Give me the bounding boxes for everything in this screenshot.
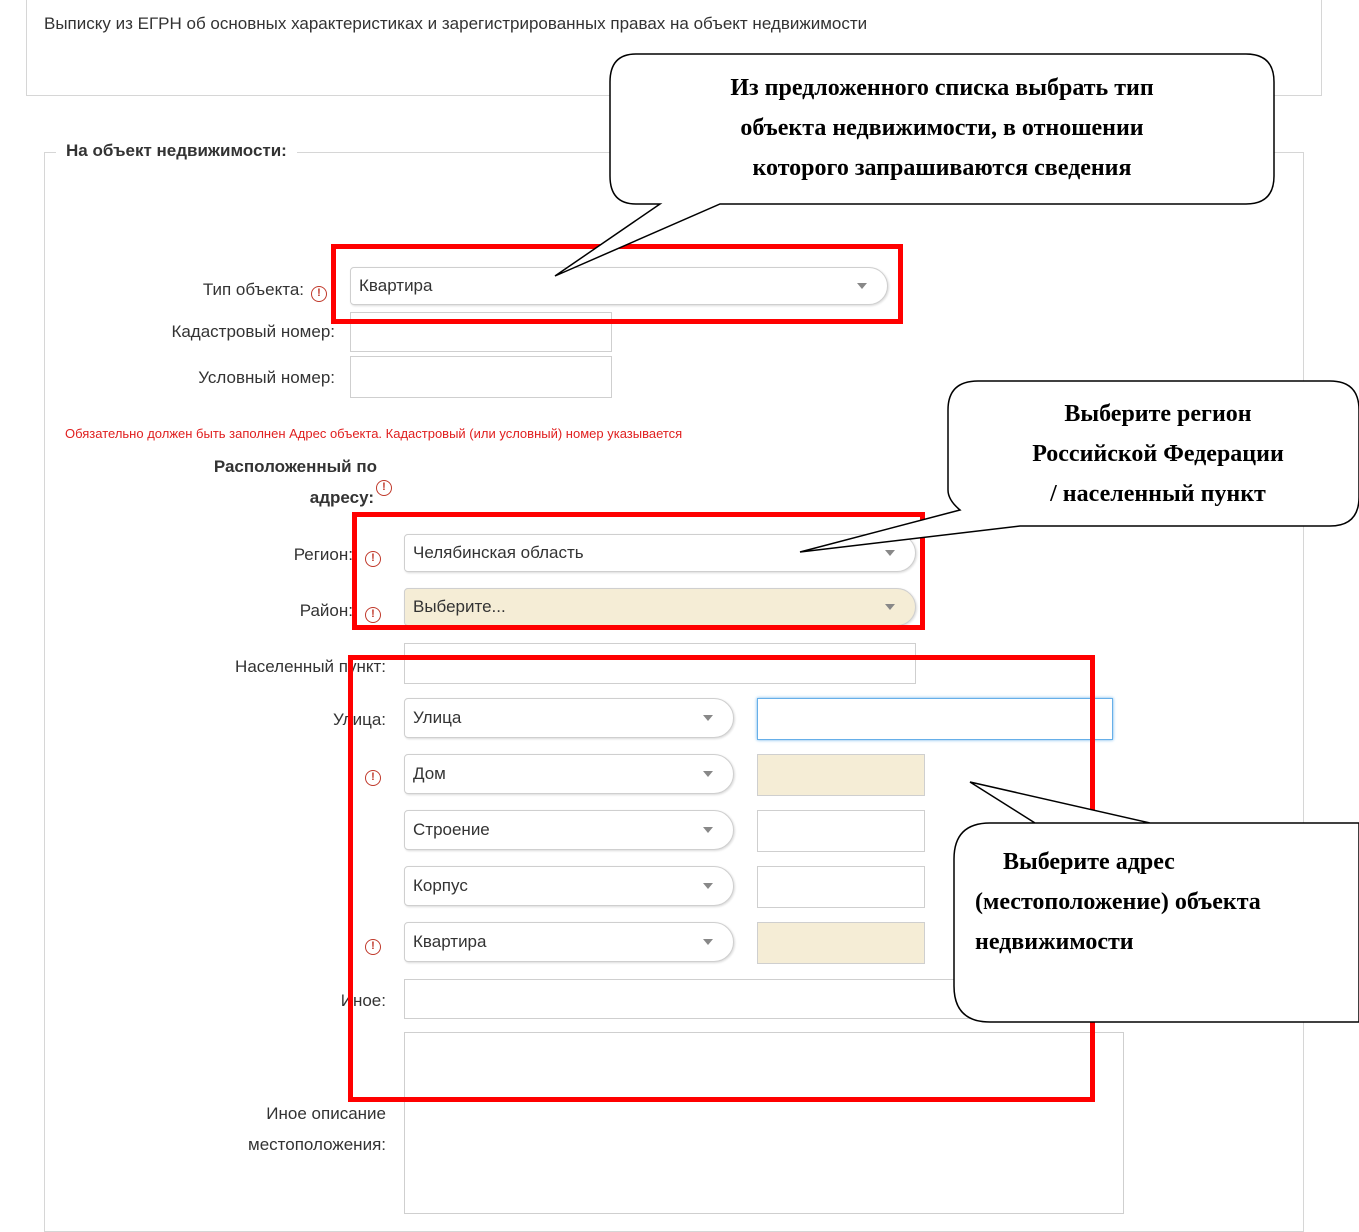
callout-line: Российской Федерации xyxy=(1032,441,1284,467)
callout-line: недвижимости xyxy=(975,929,1134,955)
callout-line: / населенный пункт xyxy=(1050,481,1266,507)
callout-line: Из предложенного списка выбрать тип xyxy=(730,75,1154,101)
callout-line: Выберите адрес xyxy=(1003,849,1175,875)
callout-object-type: Из предложенного списка выбрать тип объе… xyxy=(612,68,1272,188)
callout-address: Выберите адрес (местоположение) объекта … xyxy=(975,842,1359,962)
callout-line: (местоположение) объекта xyxy=(975,889,1261,915)
callout-line: которого запрашиваются сведения xyxy=(752,155,1132,181)
callout-line: Выберите регион xyxy=(1064,401,1252,427)
callout-region: Выберите регион Российской Федерации / н… xyxy=(952,394,1359,514)
callout-line: объекта недвижимости, в отношении xyxy=(740,115,1144,141)
